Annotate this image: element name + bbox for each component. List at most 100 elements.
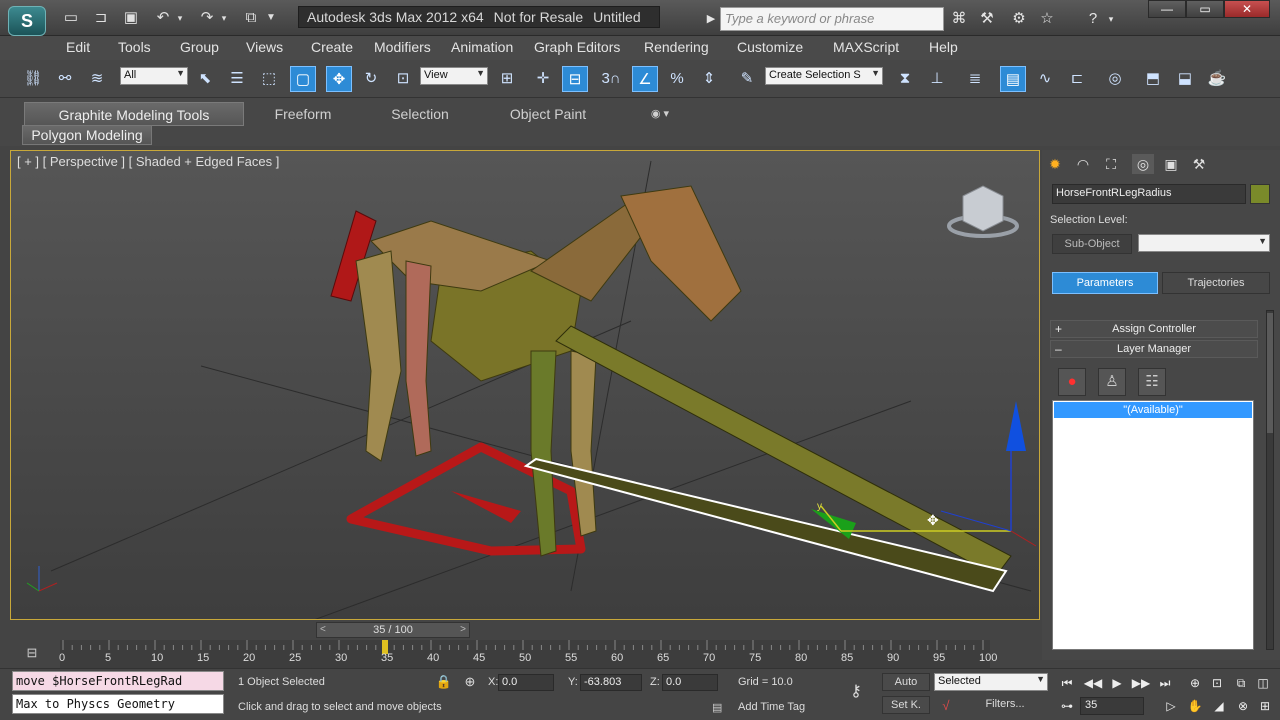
viewport-label[interactable]: [ + ] [ Perspective ] [ Shaded + Edged F…: [17, 154, 279, 169]
sub-object-button[interactable]: Sub-Object: [1052, 234, 1132, 254]
orbit-icon[interactable]: ◫: [1252, 673, 1274, 693]
go-to-end-icon[interactable]: ⏭: [1154, 673, 1176, 693]
minimize-button[interactable]: —: [1148, 0, 1186, 18]
time-slider[interactable]: <35 / 100 >: [316, 622, 470, 638]
mirror-icon[interactable]: ⧗: [892, 66, 918, 92]
zoom-extents-icon[interactable]: ⊕: [1184, 673, 1206, 693]
edit-named-selection-icon[interactable]: ✎: [734, 66, 760, 92]
menu-help[interactable]: Help: [929, 39, 958, 55]
select-object-icon[interactable]: ⬉: [192, 66, 218, 92]
ribbon-tab-freeform[interactable]: Freeform: [260, 102, 346, 126]
z-coordinate-field[interactable]: 0.0: [662, 674, 718, 691]
material-editor-icon[interactable]: ◎: [1102, 66, 1128, 92]
perspective-viewport[interactable]: y ✥ [ + ] [ Perspective ] [ Shaded + Edg…: [10, 150, 1040, 620]
menu-graph-editors[interactable]: Graph Editors: [534, 39, 620, 55]
render-setup-icon[interactable]: ⬒: [1140, 66, 1166, 92]
min-max-toggle-icon[interactable]: ⊞: [1254, 696, 1276, 716]
set-key-button[interactable]: Set K.: [882, 696, 930, 714]
redo-icon[interactable]: ↷: [196, 8, 218, 28]
new-file-icon[interactable]: ▭: [60, 8, 82, 28]
menu-edit[interactable]: Edit: [66, 39, 90, 55]
y-coordinate-field[interactable]: -63.803: [580, 674, 642, 691]
reference-coordinate-dropdown[interactable]: View ▼: [420, 67, 488, 85]
keyboard-shortcut-override-icon[interactable]: ⊟: [562, 66, 588, 92]
ribbon-options-icon[interactable]: ◉ ▾: [640, 102, 680, 126]
menu-customize[interactable]: Customize: [737, 39, 803, 55]
add-time-tag-button[interactable]: Add Time Tag: [738, 701, 805, 713]
window-crossing-icon[interactable]: ▢: [290, 66, 316, 92]
set-key-icon[interactable]: ⚷: [846, 683, 866, 701]
trajectories-button[interactable]: Trajectories: [1162, 272, 1270, 294]
time-slider-prev-icon[interactable]: <: [320, 623, 326, 637]
bind-to-space-warp-icon[interactable]: ≋: [84, 66, 110, 92]
key-filters-button[interactable]: Filters...: [962, 696, 1048, 714]
select-and-rotate-icon[interactable]: ↻: [358, 66, 384, 92]
menu-rendering[interactable]: Rendering: [644, 39, 709, 55]
select-and-link-icon[interactable]: ⛓: [20, 66, 46, 92]
binoculars-search-icon[interactable]: ⌘: [948, 8, 970, 30]
selection-filter-dropdown[interactable]: All ▼: [120, 67, 188, 85]
maximize-button[interactable]: ▭: [1186, 0, 1224, 18]
walkthrough-icon[interactable]: ⊗: [1232, 696, 1254, 716]
snaps-toggle-icon[interactable]: 3∩: [598, 66, 624, 92]
ribbon-panel-polygon-modeling[interactable]: Polygon Modeling: [22, 125, 152, 145]
quick-access-dropdown-icon[interactable]: ▼: [264, 8, 278, 28]
project-folder-icon[interactable]: ⧉: [240, 8, 262, 28]
ribbon-tab-graphite-modeling-tools[interactable]: Graphite Modeling Tools: [24, 102, 244, 126]
field-of-view-icon[interactable]: ◢: [1208, 696, 1230, 716]
modify-tab-icon[interactable]: ◠: [1072, 154, 1094, 174]
sub-object-dropdown[interactable]: ▼: [1138, 234, 1270, 252]
angle-snap-toggle-icon[interactable]: ∠: [632, 66, 658, 92]
current-frame-field[interactable]: 35: [1080, 697, 1144, 715]
expand-search-icon[interactable]: ▶: [700, 8, 722, 30]
object-color-swatch[interactable]: [1250, 184, 1270, 204]
menu-maxscript[interactable]: MAXScript: [833, 39, 899, 55]
render-production-icon[interactable]: ☕: [1204, 66, 1230, 92]
parameters-button[interactable]: Parameters: [1052, 272, 1158, 294]
menu-views[interactable]: Views: [246, 39, 283, 55]
time-slider-next-icon[interactable]: >: [460, 623, 466, 637]
percent-snap-toggle-icon[interactable]: %: [664, 66, 690, 92]
menu-create[interactable]: Create: [311, 39, 353, 55]
create-tab-icon[interactable]: ✹: [1044, 154, 1066, 174]
rollout-assign-controller[interactable]: + Assign Controller: [1050, 320, 1258, 338]
graphite-modeling-tools-icon[interactable]: ▤: [1000, 66, 1026, 92]
stop-record-icon[interactable]: ●: [1058, 368, 1086, 396]
schematic-view-icon[interactable]: ⊏: [1064, 66, 1090, 92]
key-filters-curve-icon[interactable]: √: [936, 697, 956, 715]
help-dropdown-icon[interactable]: ▾: [1104, 8, 1118, 30]
motion-tab-icon[interactable]: ◎: [1132, 154, 1154, 174]
selection-lock-icon[interactable]: 🔒: [434, 673, 454, 691]
app-logo-button[interactable]: S: [8, 6, 46, 36]
rollout-layer-manager[interactable]: – Layer Manager: [1050, 340, 1258, 358]
display-tab-icon[interactable]: ▣: [1160, 154, 1182, 174]
rendered-frame-window-icon[interactable]: ⬓: [1172, 66, 1198, 92]
unlink-selection-icon[interactable]: ⚯: [52, 66, 78, 92]
ribbon-tab-object-paint[interactable]: Object Paint: [496, 102, 600, 126]
keyboard-icon[interactable]: ▤: [712, 701, 722, 714]
menu-tools[interactable]: Tools: [118, 39, 151, 55]
select-and-scale-icon[interactable]: ⊡: [390, 66, 416, 92]
select-and-manipulate-icon[interactable]: ✛: [530, 66, 556, 92]
close-button[interactable]: ✕: [1224, 0, 1270, 18]
layer-list[interactable]: "(Available)": [1052, 400, 1254, 650]
redo-dropdown-icon[interactable]: ▾: [218, 8, 230, 28]
absolute-mode-transform-icon[interactable]: ⊕: [460, 673, 480, 691]
zoom-region-icon[interactable]: ⊡: [1206, 673, 1228, 693]
align-icon[interactable]: ⊥: [924, 66, 950, 92]
rectangular-selection-region-icon[interactable]: ⬚: [256, 66, 282, 92]
communication-center-icon[interactable]: ⚙: [1008, 8, 1030, 30]
curve-editor-icon[interactable]: ∿: [1032, 66, 1058, 92]
auto-key-button[interactable]: Auto: [882, 673, 930, 691]
maxscript-listener-line[interactable]: move $HorseFrontRLegRad: [12, 671, 224, 691]
next-frame-icon[interactable]: ▶▶: [1130, 673, 1152, 693]
pivot-point-center-icon[interactable]: ⊞: [494, 66, 520, 92]
help-icon[interactable]: ?: [1082, 8, 1104, 30]
key-mode-dropdown[interactable]: Selected ▼: [934, 673, 1048, 691]
save-file-icon[interactable]: ▣: [120, 8, 142, 28]
named-selection-sets-dropdown[interactable]: Create Selection S ▼: [765, 67, 883, 85]
biped-figure-icon[interactable]: ♙: [1098, 368, 1126, 396]
ribbon-tab-selection[interactable]: Selection: [378, 102, 462, 126]
layer-stack-icon[interactable]: ☷: [1138, 368, 1166, 396]
spinner-snap-toggle-icon[interactable]: ⇕: [696, 66, 722, 92]
